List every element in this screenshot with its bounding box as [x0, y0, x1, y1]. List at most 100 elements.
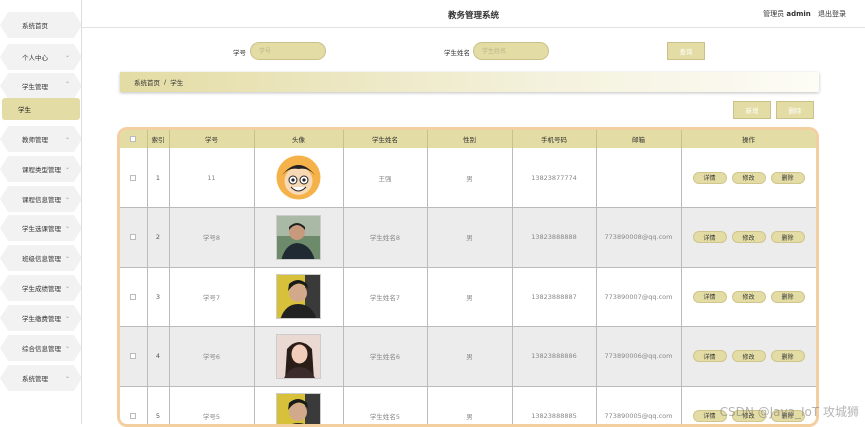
chevron-down-icon: ⌄: [65, 313, 70, 320]
sidebar-item-label: 教师管理: [22, 134, 48, 144]
select-all-checkbox[interactable]: [130, 136, 136, 142]
cell-student-no: 学号5: [169, 386, 254, 427]
sidebar-item-label: 学生缴费管理: [22, 313, 61, 323]
row-checkbox[interactable]: [130, 234, 136, 240]
logout-link[interactable]: 退出登录: [818, 10, 846, 18]
cell-student-no: 学号7: [169, 267, 254, 327]
sidebar-item-personal-center[interactable]: 个人中心⌄: [0, 44, 82, 70]
detail-button[interactable]: 详情: [693, 172, 727, 184]
cell-email: 773890008@qq.com: [596, 208, 681, 268]
column-header: 头像: [254, 130, 343, 148]
watermark: CSDN @Java_IoT 攻城狮: [720, 403, 859, 420]
row-checkbox[interactable]: [130, 175, 136, 181]
chevron-down-icon: ⌄: [65, 343, 70, 350]
sidebar-item-class-info[interactable]: 班级信息管理 ⌄: [0, 245, 82, 271]
delete-button[interactable]: 删除: [771, 231, 805, 243]
breadcrumb-home[interactable]: 系统首页: [134, 77, 160, 87]
row-checkbox[interactable]: [130, 413, 136, 419]
cell-student-name: 王强: [343, 148, 427, 208]
photo-avatar: [276, 334, 321, 379]
delete-button[interactable]: 删除: [771, 291, 805, 303]
edit-button[interactable]: 修改: [732, 231, 766, 243]
cell-student-no: 11: [169, 148, 254, 208]
row-select-cell[interactable]: [120, 148, 147, 208]
column-header: 手机号码: [512, 130, 596, 148]
top-bar: 教务管理系统 管理员 admin 退出登录: [82, 0, 865, 28]
detail-button[interactable]: 详情: [693, 291, 727, 303]
sidebar-item-student-payments[interactable]: 学生缴费管理 ⌄: [0, 305, 82, 331]
student-no-input[interactable]: [250, 42, 326, 60]
sidebar-item-general-info[interactable]: 综合信息管理⌄: [0, 335, 82, 361]
row-select-cell[interactable]: [120, 327, 147, 387]
sidebar-item-label: 班级信息管理: [22, 253, 61, 263]
cell-gender: 男: [427, 208, 512, 268]
table-row: 2 学号8 学生姓名8 男 13823888888 773890008@qq.c…: [120, 208, 816, 268]
cell-operations: 详情 修改 删除: [681, 148, 816, 208]
cell-phone: 13823888888: [512, 208, 596, 268]
sidebar-item-course-type[interactable]: 课程类型管理⌄: [0, 156, 82, 182]
add-button[interactable]: 新增: [733, 101, 771, 119]
row-select-cell[interactable]: [120, 208, 147, 268]
sidebar-item-course-info[interactable]: 课程信息管理⌄: [0, 186, 82, 212]
row-select-cell[interactable]: [120, 267, 147, 327]
sidebar-item-student-scores[interactable]: 学生成绩管理 ⌄: [0, 275, 82, 301]
delete-button[interactable]: 删除: [771, 350, 805, 362]
sidebar: 系统首页 个人中心⌄ 学生管理⌃ 学生 教师管理 ⌄ 课程类型管理⌄ 课程信息管理…: [0, 0, 82, 424]
table-row: 1 11 王强 男 13823877774 详情 修改 删除: [120, 148, 816, 208]
sidebar-item-student[interactable]: 学生: [2, 98, 80, 120]
table-row: 3 学号7 学生姓名7 男 13823888887 773890007@qq.c…: [120, 267, 816, 327]
delete-button[interactable]: 删除: [771, 172, 805, 184]
chevron-down-icon: ⌄: [65, 194, 70, 201]
cell-avatar: [254, 208, 343, 268]
photo-avatar: [276, 393, 321, 427]
cell-phone: 13823888885: [512, 386, 596, 427]
student-name-input[interactable]: [473, 42, 549, 60]
chevron-down-icon: ⌄: [65, 253, 70, 260]
user-area: 管理员 admin 退出登录: [763, 9, 846, 19]
cell-student-name: 学生姓名6: [343, 327, 427, 387]
chevron-down-icon: ⌄: [65, 283, 70, 290]
photo-avatar: [276, 215, 321, 260]
edit-button[interactable]: 修改: [732, 291, 766, 303]
sidebar-item-system-management[interactable]: 系统管理⌄: [0, 365, 82, 391]
column-header: 学生姓名: [343, 130, 427, 148]
detail-button[interactable]: 详情: [693, 231, 727, 243]
search-button[interactable]: 查询: [667, 42, 705, 60]
student-no-label: 学号: [233, 47, 246, 57]
cell-gender: 男: [427, 386, 512, 427]
breadcrumb-current: 学生: [170, 77, 183, 87]
cell-avatar: [254, 148, 343, 208]
sidebar-item-teacher-management[interactable]: 教师管理 ⌄: [0, 126, 82, 152]
column-header: 索引: [147, 130, 169, 148]
cell-gender: 男: [427, 267, 512, 327]
sidebar-item-label: 学生: [18, 104, 31, 114]
cell-operations: 详情 修改 删除: [681, 208, 816, 268]
chevron-up-icon: ⌃: [65, 81, 70, 88]
row-checkbox[interactable]: [130, 294, 136, 300]
cell-gender: 男: [427, 148, 512, 208]
edit-button[interactable]: 修改: [732, 350, 766, 362]
cell-student-name: 学生姓名5: [343, 386, 427, 427]
edit-button[interactable]: 修改: [732, 172, 766, 184]
select-all-cell[interactable]: [120, 130, 147, 148]
chevron-down-icon: ⌄: [65, 164, 70, 171]
row-checkbox[interactable]: [130, 353, 136, 359]
site-title: 教务管理系统: [82, 9, 865, 21]
cell-avatar: [254, 267, 343, 327]
sidebar-item-student-management[interactable]: 学生管理⌃: [0, 73, 82, 99]
student-name-label: 学生姓名: [444, 47, 470, 57]
chevron-down-icon: ⌄: [65, 134, 70, 141]
cell-avatar: [254, 327, 343, 387]
batch-delete-button[interactable]: 删除: [776, 101, 814, 119]
student-table: 索引 学号 头像 学生姓名 性别 手机号码 邮箱 操作 1 11: [117, 127, 819, 427]
sidebar-item-course-selection[interactable]: 学生选课管理⌄: [0, 215, 82, 241]
cell-operations: 详情 修改 删除: [681, 267, 816, 327]
sidebar-item-label: 系统首页: [22, 20, 48, 30]
cell-index: 4: [147, 327, 169, 387]
row-select-cell[interactable]: [120, 386, 147, 427]
sidebar-item-label: 学生成绩管理: [22, 283, 61, 293]
column-header: 邮箱: [596, 130, 681, 148]
detail-button[interactable]: 详情: [693, 350, 727, 362]
sidebar-item-home[interactable]: 系统首页: [0, 12, 82, 38]
breadcrumb: 系统首页 / 学生: [120, 72, 819, 92]
